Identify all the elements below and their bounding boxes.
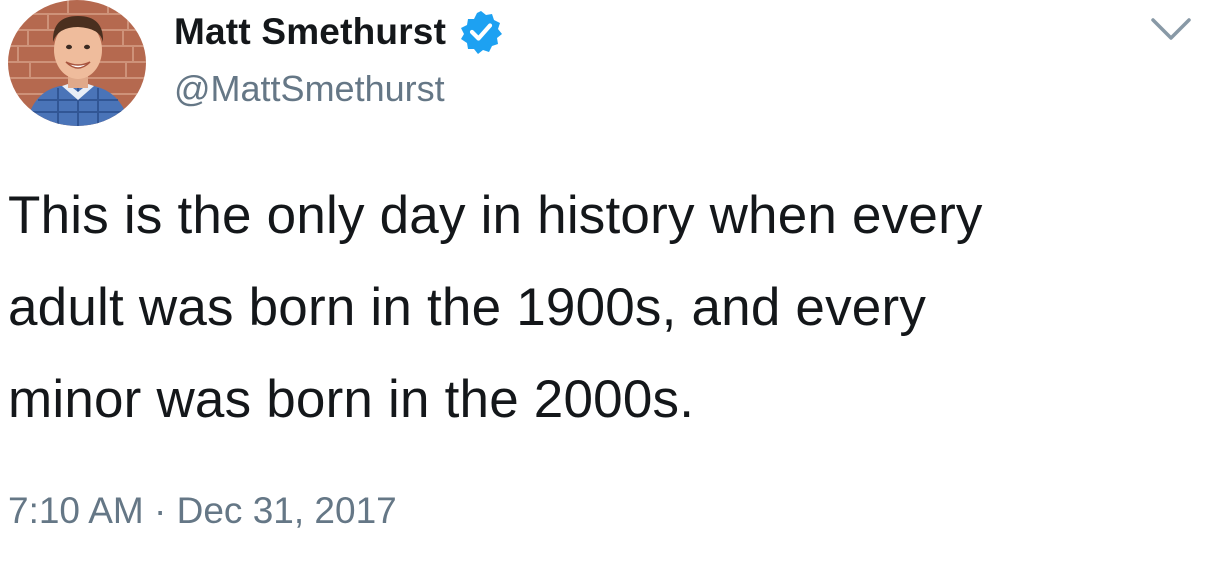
handle[interactable]: @MattSmethurst xyxy=(174,68,504,110)
tweet-card: Matt Smethurst @MattSmethurst This is th… xyxy=(0,0,1219,581)
avatar[interactable] xyxy=(8,0,146,126)
author-info: Matt Smethurst @MattSmethurst xyxy=(174,6,504,110)
tweet-text: This is the only day in history when eve… xyxy=(8,186,983,429)
avatar-image xyxy=(8,0,146,126)
chevron-down-icon[interactable] xyxy=(1149,14,1193,44)
display-name[interactable]: Matt Smethurst xyxy=(174,11,446,53)
verified-badge-icon xyxy=(458,9,504,55)
timestamp[interactable]: 7:10 AM · Dec 31, 2017 xyxy=(8,490,397,532)
name-row: Matt Smethurst xyxy=(174,6,504,58)
